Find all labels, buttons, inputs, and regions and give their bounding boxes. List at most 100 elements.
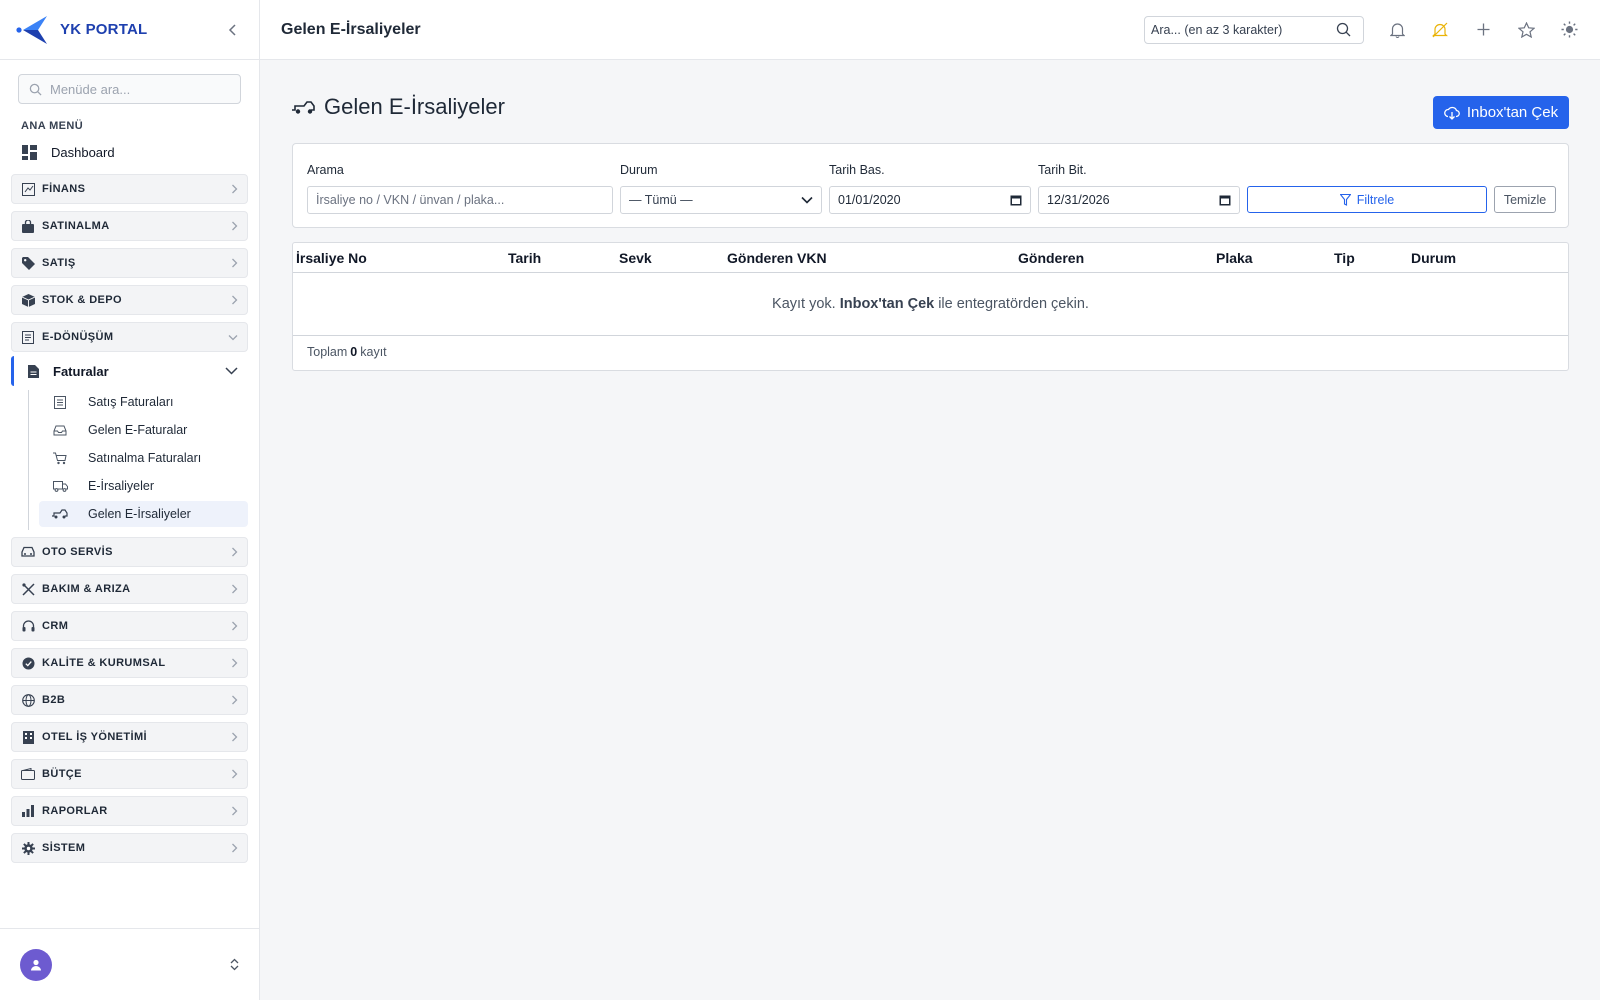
footer-prefix: Toplam: [307, 345, 348, 359]
filter-panel: Arama İrsaliye no / VKN / ünvan / plaka.…: [292, 143, 1569, 228]
inbox-icon: [52, 425, 68, 436]
column-header-gonderen-vkn[interactable]: Gönderen VKN: [727, 250, 827, 266]
sidebar-group-satis[interactable]: SATIŞ: [11, 248, 248, 278]
chevron-up-down-icon: [230, 958, 239, 971]
sidebar-group-butce[interactable]: BÜTÇE: [11, 759, 248, 789]
building-icon: [21, 730, 35, 744]
chart-icon: [21, 804, 35, 818]
dashboard-label: Dashboard: [51, 144, 115, 160]
document-icon: [21, 330, 35, 344]
sidebar-group-sistem[interactable]: SİSTEM: [11, 833, 248, 863]
column-header-sevk[interactable]: Sevk: [619, 250, 652, 266]
sidebar-group-otel[interactable]: OTEL İŞ YÖNETİMİ: [11, 722, 248, 752]
sidebar: YK PORTAL ANA MENÜ Dashboard FİNANS SATI…: [0, 0, 260, 1000]
sidebar-item-gelen-e-faturalar[interactable]: Gelen E-Faturalar: [39, 417, 248, 443]
column-header-tip[interactable]: Tip: [1334, 250, 1355, 266]
group-label: SİSTEM: [42, 842, 86, 854]
favorites-button[interactable]: [1516, 20, 1536, 40]
sidebar-group-b2b[interactable]: B2B: [11, 685, 248, 715]
sidebar-group-e-donusum[interactable]: E-DÖNÜŞÜM: [11, 322, 248, 352]
column-header-irsaliye-no[interactable]: İrsaliye No: [296, 250, 367, 266]
sidebar-item-gelen-e-irsaliyeler[interactable]: Gelen E-İrsaliyeler: [39, 501, 248, 527]
bell-slash-icon: [1432, 22, 1448, 37]
group-label: E-DÖNÜŞÜM: [42, 331, 114, 343]
theme-toggle-button[interactable]: [1559, 20, 1579, 40]
truck-incoming-icon: [292, 101, 315, 114]
topbar: Gelen E-İrsaliyeler: [260, 0, 1600, 60]
sidebar-group-crm[interactable]: CRM: [11, 611, 248, 641]
sidebar-group-bakim-ariza[interactable]: BAKIM & ARIZA: [11, 574, 248, 604]
sidebar-group-oto-servis[interactable]: OTO SERVİS: [11, 537, 248, 567]
truck-incoming-icon: [52, 509, 68, 519]
tools-icon: [21, 582, 35, 596]
user-menu-toggle[interactable]: [230, 958, 239, 971]
search-icon: [29, 83, 42, 96]
column-header-durum[interactable]: Durum: [1411, 250, 1456, 266]
globe-icon: [21, 693, 35, 707]
start-date-input[interactable]: 01/01/2020: [829, 186, 1031, 214]
topbar-title: Gelen E-İrsaliyeler: [281, 20, 421, 38]
column-header-tarih[interactable]: Tarih: [508, 250, 541, 266]
invoice-icon: [28, 364, 39, 378]
start-date-label: Tarih Bas.: [829, 163, 885, 177]
sidebar-item-e-irsaliyeler[interactable]: E-İrsaliyeler: [39, 473, 248, 499]
brand-bar: YK PORTAL: [0, 0, 259, 60]
notifications-button[interactable]: [1387, 20, 1407, 40]
tag-icon: [21, 256, 35, 270]
status-select[interactable]: — Tümü —: [620, 186, 822, 214]
calendar-icon[interactable]: [1219, 194, 1231, 206]
group-label: KALİTE & KURUMSAL: [42, 657, 166, 669]
sidebar-submenu-faturalar[interactable]: Faturalar: [11, 356, 248, 386]
chevron-down-icon: [225, 367, 238, 375]
avatar[interactable]: [20, 948, 52, 981]
sidebar-group-satinalma[interactable]: SATINALMA: [11, 211, 248, 241]
status-label: Durum: [620, 163, 658, 177]
alerts-off-button[interactable]: [1430, 20, 1450, 40]
filter-button[interactable]: Filtrele: [1247, 186, 1487, 213]
sidebar-item-dashboard[interactable]: Dashboard: [22, 138, 259, 166]
truck-icon: [52, 480, 68, 492]
empty-state-row: Kayıt yok. Inbox'tan Çek ile entegratörd…: [293, 273, 1568, 336]
leaf-label: Gelen E-İrsaliyeler: [88, 507, 191, 521]
add-button[interactable]: [1473, 20, 1493, 40]
end-date-value: 12/31/2026: [1047, 193, 1110, 207]
sidebar-group-finans[interactable]: FİNANS: [11, 174, 248, 204]
menu-search-input[interactable]: [50, 81, 230, 97]
column-header-gonderen[interactable]: Gönderen: [1018, 250, 1084, 266]
funnel-icon: [1339, 193, 1351, 206]
waybill-table: İrsaliye No Tarih Sevk Gönderen VKN Gönd…: [292, 242, 1569, 371]
badge-icon: [21, 656, 35, 670]
chevron-right-icon: [231, 184, 238, 194]
sidebar-group-kalite-kurumsal[interactable]: KALİTE & KURUMSAL: [11, 648, 248, 678]
end-date-input[interactable]: 12/31/2026: [1038, 186, 1240, 214]
footer-suffix: kayıt: [360, 345, 387, 359]
chevron-right-icon: [231, 547, 238, 557]
sidebar-item-satinalma-faturalari[interactable]: Satınalma Faturaları: [39, 445, 248, 471]
sidebar-group-raporlar[interactable]: RAPORLAR: [11, 796, 248, 826]
table-footer: Toplam 0 kayıt: [307, 345, 387, 359]
global-search-input[interactable]: [1151, 22, 1336, 37]
empty-action-text: Inbox'tan Çek: [839, 296, 935, 312]
inbox-pull-button[interactable]: Inbox'tan Çek: [1433, 96, 1569, 129]
plus-icon: [1477, 23, 1489, 36]
sidebar-item-satis-faturalari[interactable]: Satış Faturaları: [39, 389, 248, 415]
global-search: [1144, 15, 1364, 44]
cloud-download-icon: [1443, 106, 1460, 120]
sidebar-group-stok-depo[interactable]: STOK & DEPO: [11, 285, 248, 315]
box-icon: [21, 293, 35, 307]
clear-button[interactable]: Temizle: [1494, 186, 1556, 213]
status-value: — Tümü —: [629, 193, 693, 207]
group-label: STOK & DEPO: [42, 294, 122, 306]
calendar-icon[interactable]: [1010, 194, 1022, 206]
brand-name: YK PORTAL: [60, 21, 148, 38]
search-icon[interactable]: [1336, 22, 1351, 37]
chevron-right-icon: [231, 843, 238, 853]
cart-icon: [52, 452, 68, 465]
search-input[interactable]: İrsaliye no / VKN / ünvan / plaka...: [307, 186, 613, 214]
collapse-sidebar-button[interactable]: [223, 20, 243, 40]
chevron-right-icon: [231, 584, 238, 594]
clear-button-label: Temizle: [1503, 192, 1547, 207]
group-label: B2B: [42, 694, 66, 706]
chevron-right-icon: [231, 621, 238, 631]
column-header-plaka[interactable]: Plaka: [1216, 250, 1253, 266]
